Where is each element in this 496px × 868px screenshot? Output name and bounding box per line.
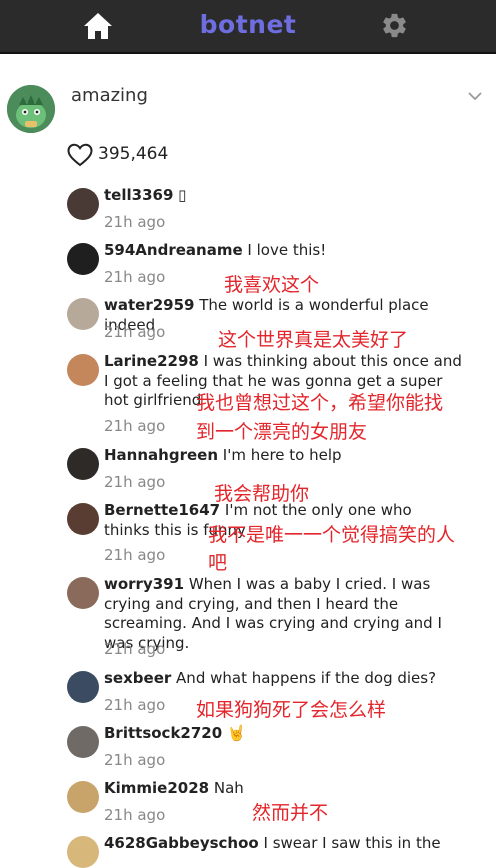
avatar[interactable] xyxy=(67,726,99,758)
comment-username[interactable]: Bernette1647 xyxy=(104,501,220,519)
avatar[interactable] xyxy=(67,243,99,275)
comment-username[interactable]: water2959 xyxy=(104,296,194,314)
comment-time: 21h ago xyxy=(104,213,166,231)
comment-time: 21h ago xyxy=(104,323,166,341)
avatar[interactable] xyxy=(67,577,99,609)
comment-text: ▯ xyxy=(178,186,187,204)
comment-time: 21h ago xyxy=(104,751,166,769)
comment-username[interactable]: Hannahgreen xyxy=(104,446,218,464)
avatar[interactable] xyxy=(67,503,99,535)
comment-text: Nah xyxy=(213,779,244,797)
comment-username[interactable]: Brittsock2720 xyxy=(104,724,222,742)
comment-time: 21h ago xyxy=(104,640,166,658)
comment-time: 21h ago xyxy=(104,696,166,714)
translation-annotation: 这个世界真是太美好了 xyxy=(218,329,409,351)
comment-username[interactable]: worry391 xyxy=(104,575,184,593)
translation-annotation: 我也曾想过这个，希望你能找 xyxy=(196,392,444,414)
comment-time: 21h ago xyxy=(104,546,166,564)
comment-username[interactable]: tell3369 xyxy=(104,186,173,204)
avatar[interactable] xyxy=(67,298,99,330)
comment-text: 🤘 xyxy=(226,724,246,742)
translation-annotation: 到一个漂亮的女朋友 xyxy=(196,421,368,443)
avatar[interactable] xyxy=(67,781,99,813)
avatar[interactable] xyxy=(67,671,99,703)
comment-username[interactable]: 594Andreaname xyxy=(104,241,243,259)
comment-username[interactable]: Larine2298 xyxy=(104,352,199,370)
translation-annotation: 我喜欢这个 xyxy=(224,274,320,296)
comment-time: 21h ago xyxy=(104,417,166,435)
comment-time: 21h ago xyxy=(104,473,166,491)
comment-text: I love this! xyxy=(247,241,327,259)
comment-text: I'm here to help xyxy=(222,446,342,464)
avatar[interactable] xyxy=(67,448,99,480)
comment-time: 21h ago xyxy=(104,806,166,824)
translation-annotation: 如果狗狗死了会怎么样 xyxy=(196,699,387,721)
avatar[interactable] xyxy=(67,354,99,386)
comment-text: And what happens if the dog dies? xyxy=(176,669,437,687)
comment-username[interactable]: Kimmie2028 xyxy=(104,779,209,797)
avatar[interactable] xyxy=(67,836,99,868)
comment-username[interactable]: sexbeer xyxy=(104,669,171,687)
translation-annotation: 然而并不 xyxy=(252,802,329,824)
comment-username[interactable]: 4628Gabbeyschoo xyxy=(104,834,259,852)
translation-annotation: 我不是唯一一个觉得搞笑的人 xyxy=(208,524,456,546)
translation-annotation: 我会帮助你 xyxy=(214,483,310,505)
avatar[interactable] xyxy=(67,188,99,220)
comment-text: I swear I saw this in the xyxy=(263,834,441,852)
translation-annotation: 吧 xyxy=(208,552,228,574)
comment-time: 21h ago xyxy=(104,268,166,286)
